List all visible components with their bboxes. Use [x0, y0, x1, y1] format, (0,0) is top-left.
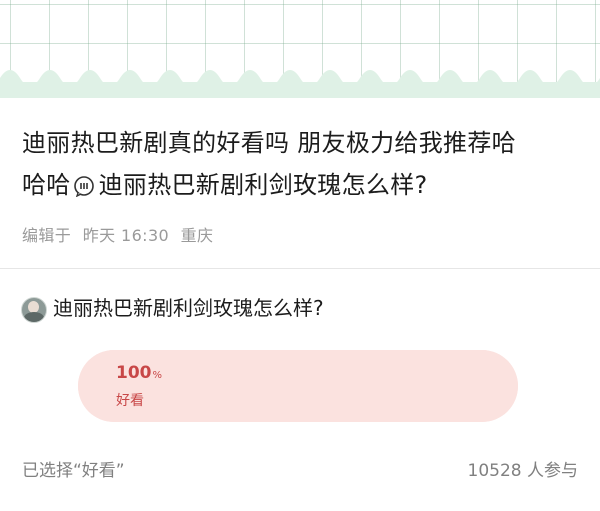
- post-text-line-1: 迪丽热巴新剧真的好看吗 朋友极力给我推荐哈: [22, 129, 516, 157]
- header-banner: [0, 0, 600, 98]
- scalloped-edge: [0, 70, 600, 98]
- post-time: 昨天 16:30: [82, 226, 170, 245]
- avatar-body: [24, 312, 44, 322]
- post-location: 重庆: [180, 226, 214, 245]
- percent-value: 100: [116, 363, 152, 383]
- avatar[interactable]: [21, 297, 47, 323]
- edited-label: 编辑于: [22, 226, 72, 245]
- poll-option-fill: [78, 350, 518, 422]
- poll-option-percent: 100%: [116, 363, 162, 383]
- poll-option-label: 好看: [116, 393, 144, 409]
- poll-option-good[interactable]: 100% 好看: [78, 350, 518, 422]
- poll-participants: 10528 人参与: [467, 461, 578, 481]
- post-meta: 编辑于 昨天 16:30 重庆: [22, 222, 219, 246]
- post-text-prefix: 哈哈: [22, 171, 71, 199]
- post-text-line-2: 哈哈 迪丽热巴新剧利剑玫瑰怎么样?: [22, 164, 582, 210]
- post-text: 迪丽热巴新剧真的好看吗 朋友极力给我推荐哈 哈哈 迪丽热巴新剧利剑玫瑰怎么样?: [22, 122, 582, 210]
- post-topic-link[interactable]: 迪丽热巴新剧利剑玫瑰怎么样?: [99, 171, 428, 199]
- poll-question: 迪丽热巴新剧利剑玫瑰怎么样?: [53, 296, 324, 320]
- percent-sign: %: [152, 370, 163, 381]
- chat-bubble-icon[interactable]: [73, 168, 95, 210]
- divider: [0, 268, 600, 269]
- poll-selected-text: 已选择“好看”: [22, 461, 125, 481]
